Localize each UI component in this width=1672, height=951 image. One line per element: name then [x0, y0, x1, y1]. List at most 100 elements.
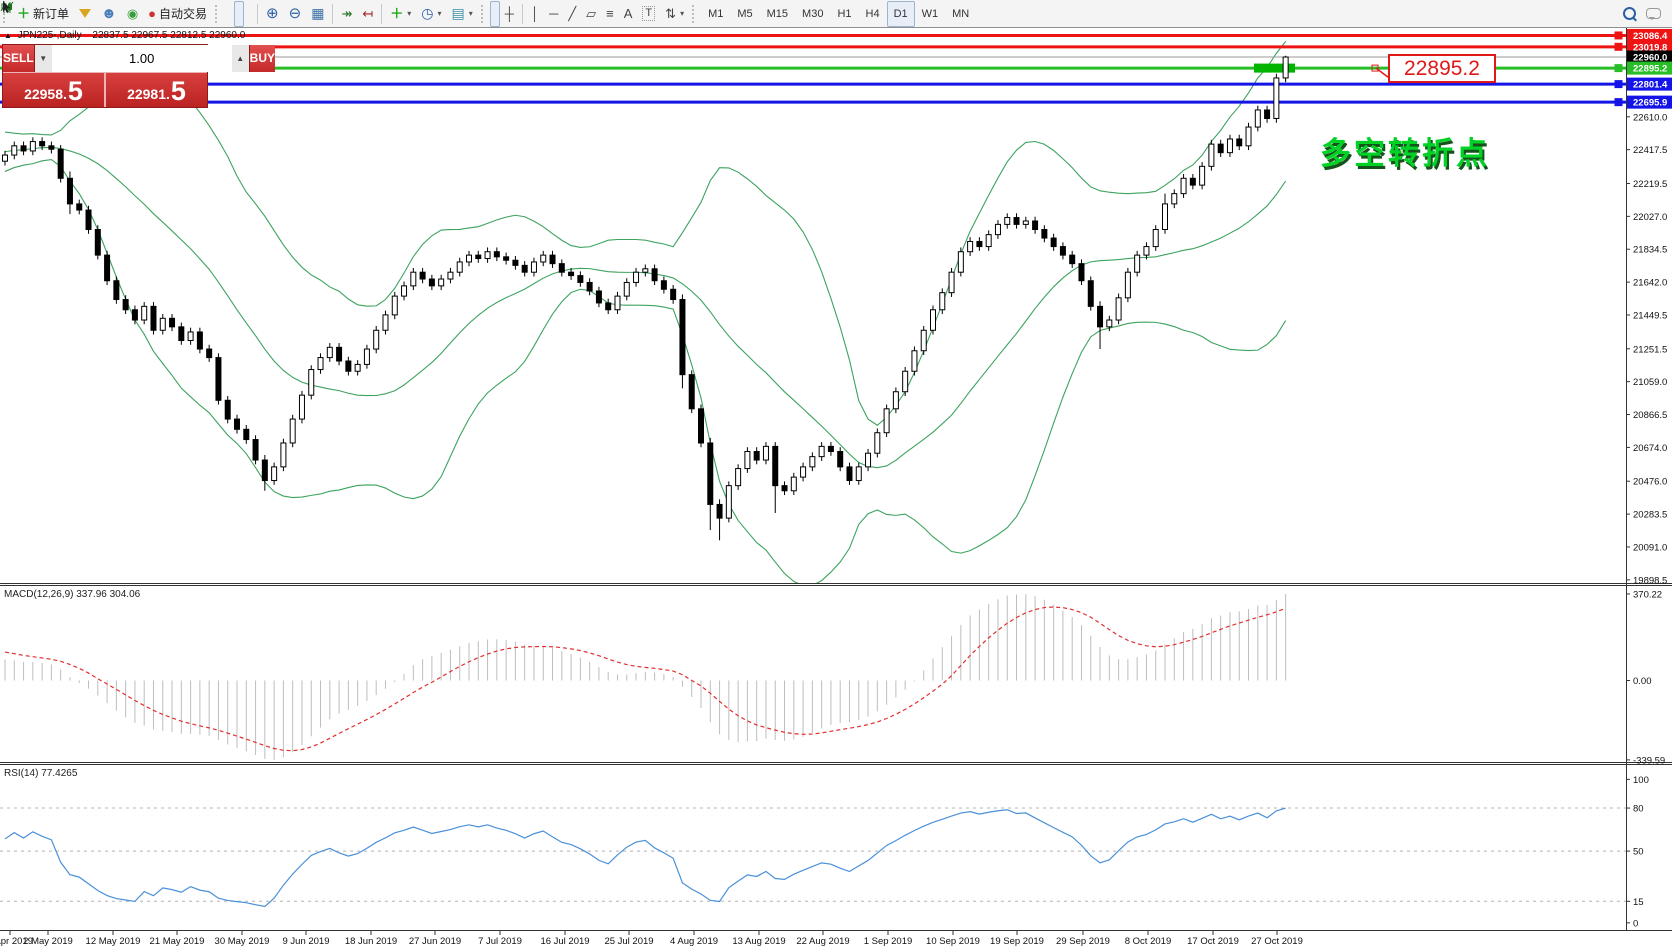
candle — [3, 155, 8, 161]
crosshair-button[interactable]: ┼ — [500, 1, 519, 27]
buy-button[interactable]: BUY — [250, 45, 275, 72]
candle — [1079, 264, 1084, 281]
volume-input[interactable] — [52, 45, 232, 72]
text-label-button[interactable]: T — [637, 1, 660, 27]
line-chart-button[interactable] — [244, 1, 254, 27]
tab-timeframe-m1[interactable]: M1 — [701, 1, 730, 27]
sell-price[interactable]: 22958.5 — [3, 73, 104, 107]
channel-icon: ▱ — [586, 7, 596, 20]
shapes-button[interactable]: ⇅ ▾ — [660, 1, 689, 27]
tab-timeframe-mn[interactable]: MN — [945, 1, 976, 27]
trendline-button[interactable]: ╱ — [563, 1, 581, 27]
bar-chart-button[interactable] — [224, 1, 234, 27]
sell-price-main: 22958. — [24, 83, 67, 105]
zoom-in-button[interactable]: ⊕ — [261, 1, 284, 27]
svg-text:370.22: 370.22 — [1633, 589, 1662, 600]
profile-button[interactable]: ☻ — [96, 1, 122, 27]
tab-timeframe-h1[interactable]: H1 — [830, 1, 858, 27]
candle — [272, 467, 277, 481]
svg-text:21 May 2019: 21 May 2019 — [150, 936, 205, 947]
candle — [689, 375, 694, 409]
tile-windows-button[interactable]: ▦ — [306, 1, 329, 27]
collapse-icon: ▲ — [4, 31, 12, 40]
periods-button[interactable]: ◷ ▾ — [416, 1, 446, 27]
candle — [949, 272, 954, 292]
candle — [467, 255, 472, 262]
channel-button[interactable]: ▱ — [581, 1, 601, 27]
candle — [77, 204, 82, 210]
new-order-button[interactable]: ＋ 新订单 — [12, 1, 74, 27]
volume-stepper: ▼ ▲ — [34, 45, 250, 72]
tab-timeframe-d1[interactable]: D1 — [887, 1, 915, 27]
candle — [634, 272, 639, 282]
horizontal-line-button[interactable]: ─ — [544, 1, 563, 27]
crosshair-icon: ┼ — [505, 7, 514, 20]
vertical-line-button[interactable]: │ — [526, 1, 544, 27]
candle — [225, 400, 230, 419]
buy-price-main: 22981. — [127, 83, 170, 105]
candle — [30, 142, 35, 151]
candle — [411, 272, 416, 286]
buy-price[interactable]: 22981.5 — [104, 73, 207, 107]
candle — [504, 257, 509, 260]
svg-text:22027.0: 22027.0 — [1633, 212, 1667, 223]
candle — [1088, 281, 1093, 307]
svg-text:100: 100 — [1633, 775, 1649, 786]
toolbar-separator — [332, 4, 333, 24]
candle — [420, 272, 425, 279]
autotrading-icon: ● — [148, 7, 156, 20]
candle — [912, 351, 917, 371]
sell-button[interactable]: SELL — [3, 45, 34, 72]
chart-ohlc-values: 22837.5 22967.5 22812.5 22960.0 — [92, 30, 245, 41]
svg-text:22695.9: 22695.9 — [1633, 98, 1667, 109]
signals-button[interactable]: ◉ — [122, 1, 143, 27]
candle — [1023, 221, 1028, 224]
chart-shift-button[interactable]: ↤ — [357, 1, 378, 27]
tab-timeframe-w1[interactable]: W1 — [915, 1, 946, 27]
candle — [105, 255, 110, 281]
line-end-marker — [1615, 43, 1622, 50]
autotrading-button[interactable]: ● 自动交易 — [143, 1, 212, 27]
candle — [281, 443, 286, 467]
zoom-out-icon: ⊖ — [289, 7, 302, 20]
candle — [995, 224, 1000, 234]
candle — [931, 310, 936, 330]
templates-button[interactable]: ▤ ▾ — [447, 1, 478, 27]
zoom-out-button[interactable]: ⊖ — [284, 1, 307, 27]
chat-button[interactable] — [1641, 1, 1666, 27]
candle — [513, 260, 518, 265]
tab-timeframe-h4[interactable]: H4 — [859, 1, 887, 27]
price-callout-label[interactable]: 22895.2 — [1388, 54, 1496, 83]
funnel-icon — [79, 9, 91, 18]
svg-text:20476.0: 20476.0 — [1633, 477, 1667, 488]
fibonacci-button[interactable]: ≡ — [601, 1, 619, 27]
tab-timeframe-m30[interactable]: M30 — [795, 1, 830, 27]
cursor-button[interactable] — [490, 1, 500, 27]
candle — [986, 235, 991, 247]
search-button[interactable] — [1618, 1, 1641, 27]
candle — [188, 332, 193, 341]
svg-text:27 Jun 2019: 27 Jun 2019 — [409, 936, 461, 947]
volume-decrease-button[interactable]: ▼ — [35, 45, 52, 72]
indicators-button[interactable]: ＋ ▾ — [385, 1, 416, 27]
metaeditor-button[interactable] — [74, 1, 96, 27]
candle — [1135, 255, 1140, 272]
candle — [801, 467, 806, 477]
candle — [1246, 127, 1251, 146]
toolbar-grip — [481, 5, 486, 23]
main-toolbar: ＋ 新订单 ☻ ◉ ● 自动交易 ⊕ ⊖ ▦ ↠ ↤ ＋ ▾ ◷ — [0, 0, 1672, 28]
caret-down-icon: ▾ — [438, 9, 442, 18]
candle — [819, 446, 824, 456]
tab-timeframe-m5[interactable]: M5 — [730, 1, 759, 27]
text-button[interactable]: A — [619, 1, 638, 27]
auto-scroll-button[interactable]: ↠ — [336, 1, 357, 27]
tab-timeframe-m15[interactable]: M15 — [760, 1, 795, 27]
volume-increase-button[interactable]: ▲ — [232, 45, 249, 72]
svg-text:12 May 2019: 12 May 2019 — [86, 936, 141, 947]
candle — [875, 433, 880, 453]
chart-note-text[interactable]: 多空转折点 — [1320, 128, 1490, 173]
text-icon: A — [624, 7, 633, 20]
svg-text:8 Oct 2019: 8 Oct 2019 — [1125, 936, 1171, 947]
candle — [1181, 178, 1186, 193]
candlestick-chart-button[interactable] — [234, 1, 244, 27]
